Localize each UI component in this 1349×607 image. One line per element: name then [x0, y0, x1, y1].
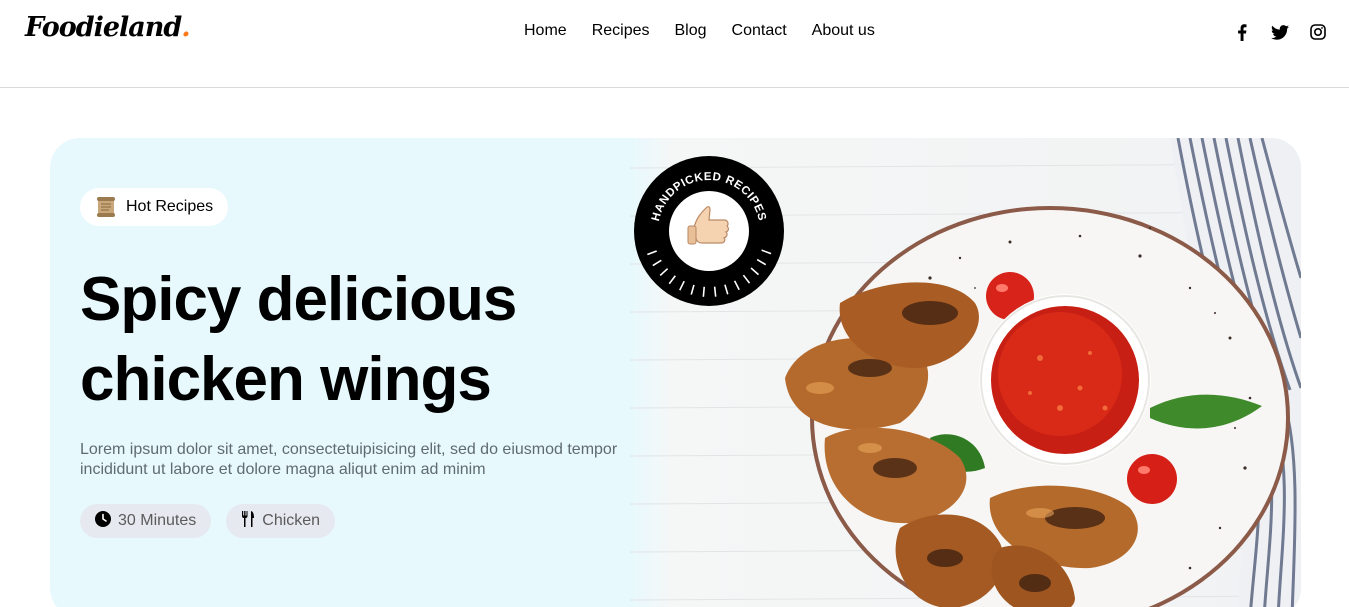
hero-description: Lorem ipsum dolor sit amet, consectetuip… [80, 441, 618, 478]
badge-tick [702, 286, 706, 297]
category-chip: Chicken [226, 504, 336, 538]
nav-contact[interactable]: Contact [732, 22, 787, 40]
instagram-icon[interactable] [1309, 23, 1327, 41]
handpicked-badge: HANDPICKED RECIPES [634, 156, 784, 306]
logo-text: Foodieland [25, 12, 182, 43]
time-chip: 30 Minutes [80, 504, 212, 538]
recipe-meta: 30 Minutes Chicken [80, 504, 336, 538]
logo-dot: . [181, 12, 190, 43]
hero-title: Spicy delicious chicken wings [80, 265, 517, 414]
nav-home[interactable]: Home [524, 22, 567, 40]
hot-recipes-tag: Hot Recipes [80, 188, 229, 226]
clock-icon [95, 510, 111, 532]
scroll-icon [94, 195, 118, 219]
category-label: Chicken [262, 512, 321, 529]
fork-knife-icon [241, 510, 255, 532]
logo[interactable]: Foodieland. [25, 12, 191, 43]
twitter-icon[interactable] [1271, 23, 1289, 41]
social-links [1233, 23, 1327, 41]
main-nav: Home Recipes Blog Contact About us [524, 22, 875, 40]
nav-recipes[interactable]: Recipes [592, 22, 650, 40]
badge-tick [713, 286, 717, 297]
facebook-icon[interactable] [1233, 23, 1251, 41]
nav-blog[interactable]: Blog [675, 22, 707, 40]
tag-label: Hot Recipes [126, 198, 214, 215]
nav-about-us[interactable]: About us [812, 22, 875, 40]
time-label: 30 Minutes [118, 512, 197, 529]
site-header: Foodieland. Home Recipes Blog Contact Ab… [0, 0, 1349, 88]
